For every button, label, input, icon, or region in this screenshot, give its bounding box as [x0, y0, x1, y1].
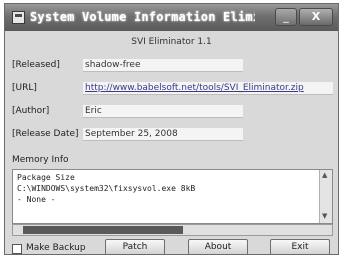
author-label: [Author]: [12, 106, 50, 116]
app-icon: [12, 11, 25, 24]
horizontal-scrollbar[interactable]: [12, 224, 333, 236]
scroll-up-arrow-icon[interactable]: ▲: [322, 171, 327, 179]
app-window: System Volume Information Elimin... _ X …: [4, 3, 339, 255]
scroll-down-arrow-icon[interactable]: ▼: [322, 212, 327, 220]
title-bar[interactable]: System Volume Information Elimin... _ X: [5, 4, 338, 31]
dialog-body: SVI Eliminator 1.1 [Released] shadow-fre…: [5, 31, 338, 254]
memo-box[interactable]: Package Size C:\WINDOWS\system32\fixsysv…: [12, 169, 333, 224]
memo-line: - None -: [17, 195, 56, 204]
vertical-scrollbar[interactable]: ▲ ▼: [319, 170, 332, 223]
about-button[interactable]: About: [188, 239, 248, 254]
url-link[interactable]: http://www.babelsoft.net/tools/SVI_Elimi…: [83, 82, 333, 95]
horizontal-scroll-thumb[interactable]: [23, 226, 183, 234]
author-value: Eric: [83, 105, 243, 118]
memo-label: Memory Info: [12, 155, 69, 165]
released-value: shadow-free: [83, 59, 243, 72]
release-date-label: [Release Date]: [12, 129, 79, 139]
memo-line: C:\WINDOWS\system32\fixsysvol.exe 8kB: [17, 184, 196, 193]
make-backup-checkbox[interactable]: [12, 244, 22, 254]
released-label: [Released]: [12, 60, 60, 70]
window-title: System Volume Information Elimin...: [30, 10, 255, 24]
url-label: [URL]: [12, 83, 37, 93]
release-date-value: September 25, 2008: [83, 128, 243, 141]
dialog-subtitle: SVI Eliminator 1.1: [131, 37, 212, 47]
minimize-button[interactable]: _: [275, 8, 297, 26]
patch-button[interactable]: Patch: [105, 239, 165, 254]
memo-line: Package Size: [17, 173, 75, 182]
exit-button[interactable]: Exit: [270, 239, 330, 254]
close-button[interactable]: X: [299, 8, 333, 26]
make-backup-label[interactable]: Make Backup: [26, 243, 86, 253]
